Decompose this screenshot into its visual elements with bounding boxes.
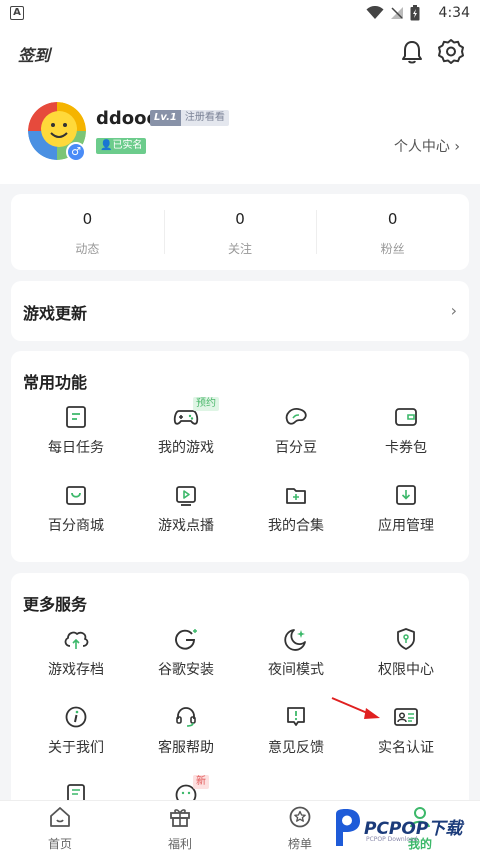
section-title: 常用功能: [23, 373, 88, 392]
folder-add-icon: [286, 488, 306, 504]
coupon-wallet-button[interactable]: 卡券包: [351, 401, 461, 465]
wifi-icon: [366, 6, 384, 19]
task-icon: [66, 406, 86, 428]
item-label: 百分商城: [48, 518, 104, 534]
customer-service-button[interactable]: 客服帮助: [131, 701, 241, 765]
status-bar: A 4:34: [0, 0, 480, 26]
battery-icon: [410, 5, 420, 21]
more-services-card: 更多服务 游戏存档 谷歌安装 夜间模式 权限中心 关于我们 客服帮助 意见反馈: [11, 573, 469, 813]
nav-ranking[interactable]: 榜单: [270, 805, 330, 852]
bean-icon: [285, 408, 307, 425]
item-label: 每日任务: [48, 440, 104, 456]
game-updates-title: 游戏更新: [23, 304, 88, 323]
item-label: 关于我们: [48, 740, 104, 756]
gender-male-icon: ♂: [66, 142, 86, 162]
no-signal-icon: [391, 7, 403, 19]
stat-value: 0: [82, 210, 93, 228]
common-functions-card: 常用功能 每日任务 预约 我的游戏 百分豆 卡券包 百分商城 游戏点播 我的合集…: [11, 351, 469, 562]
bean-button[interactable]: 百分豆: [241, 401, 351, 465]
play-icon: [176, 486, 196, 506]
nav-label: 首页: [47, 837, 72, 851]
permission-center-button[interactable]: 权限中心: [351, 623, 461, 687]
nav-home[interactable]: 首页: [30, 805, 90, 852]
my-games-button[interactable]: 预约 我的游戏: [131, 397, 241, 465]
moon-icon: [284, 629, 306, 651]
level-label: Lv.1: [150, 110, 181, 126]
new-tag: 新: [193, 775, 209, 789]
item-label: 卡券包: [385, 440, 427, 456]
section-title: 更多服务: [23, 595, 88, 614]
google-install-button[interactable]: 谷歌安装: [131, 623, 241, 687]
watermark: PCPOP下载 PCPOP Download: [330, 808, 480, 852]
item-label: 百分豆: [275, 440, 317, 456]
about-us-button[interactable]: 关于我们: [21, 701, 131, 765]
system-icons: [366, 4, 420, 22]
app-manager-button[interactable]: 应用管理: [351, 479, 461, 543]
verified-badge: 👤已实名: [96, 138, 147, 154]
item-label: 游戏点播: [158, 518, 214, 534]
top-bar: 签到: [0, 26, 480, 82]
item-label: 我的游戏: [158, 440, 214, 456]
game-vod-button[interactable]: 游戏点播: [131, 479, 241, 543]
item-label: 实名认证: [378, 740, 434, 756]
shop-icon: [66, 486, 86, 505]
info-icon: [65, 706, 87, 728]
shield-icon: [397, 628, 415, 650]
item-label: 夜间模式: [268, 662, 324, 678]
watermark-subtext: PCPOP Download: [366, 836, 418, 843]
item-label: 谷歌安装: [158, 662, 214, 678]
night-mode-button[interactable]: 夜间模式: [241, 623, 351, 687]
reserve-tag: 预约: [193, 397, 219, 411]
google-icon: [175, 629, 197, 650]
profile-header[interactable]: ♂ ddooo Lv.1 注册看看 👤已实名 个人中心 ›: [0, 82, 480, 184]
nav-label: 榜单: [287, 837, 312, 851]
item-label: 意见反馈: [268, 740, 324, 756]
gift-icon: [170, 809, 190, 827]
nav-welfare[interactable]: 福利: [150, 805, 210, 852]
chevron-right-icon: ›: [450, 301, 457, 320]
stats-card: 0 动态 0 关注 0 粉丝: [11, 194, 469, 270]
nav-label: 福利: [167, 837, 192, 851]
wallet-icon: [395, 408, 417, 426]
gear-icon[interactable]: [437, 38, 465, 66]
headset-icon: [176, 707, 196, 727]
home-icon: [50, 807, 70, 827]
red-arrow-annotation: [331, 697, 380, 719]
stat-value: 0: [387, 210, 398, 228]
my-collection-button[interactable]: 我的合集: [241, 479, 351, 543]
person-icon: 👤: [100, 140, 113, 151]
bell-icon[interactable]: [398, 38, 426, 66]
shop-button[interactable]: 百分商城: [21, 479, 131, 543]
stat-followers[interactable]: 0 粉丝: [316, 194, 469, 270]
game-updates-row[interactable]: 游戏更新 ›: [11, 281, 469, 341]
item-label: 我的合集: [268, 518, 324, 534]
stat-label: 粉丝: [380, 242, 405, 256]
item-label: 权限中心: [378, 662, 434, 678]
item-label: 应用管理: [378, 518, 434, 534]
item-label: 客服帮助: [158, 740, 214, 756]
game-save-button[interactable]: 游戏存档: [21, 623, 131, 687]
stat-label: 动态: [75, 242, 100, 256]
pcpop-logo-icon: [336, 809, 360, 846]
star-badge-icon: [289, 806, 311, 828]
feedback-icon: [287, 707, 305, 726]
clock: 4:34: [438, 5, 470, 21]
download-box-icon: [396, 485, 416, 505]
registered-label: 注册看看: [180, 110, 229, 126]
item-label: 游戏存档: [48, 662, 104, 678]
daily-task-button[interactable]: 每日任务: [21, 401, 131, 465]
notification-a-icon: A: [10, 6, 24, 20]
stat-posts[interactable]: 0 动态: [11, 194, 164, 270]
stat-following[interactable]: 0 关注: [163, 194, 317, 270]
stat-value: 0: [235, 210, 245, 228]
signin-button[interactable]: 签到: [18, 42, 50, 66]
common-functions-grid: 每日任务 预约 我的游戏 百分豆 卡券包 百分商城 游戏点播 我的合集 应用管理: [21, 397, 461, 543]
id-card-icon: [394, 708, 418, 726]
personal-center-link[interactable]: 个人中心 ›: [394, 136, 460, 156]
verified-label: 已实名: [112, 140, 143, 151]
level-badge: Lv.1 注册看看: [150, 110, 229, 126]
cloud-upload-icon: [64, 631, 89, 649]
stat-label: 关注: [228, 242, 253, 256]
